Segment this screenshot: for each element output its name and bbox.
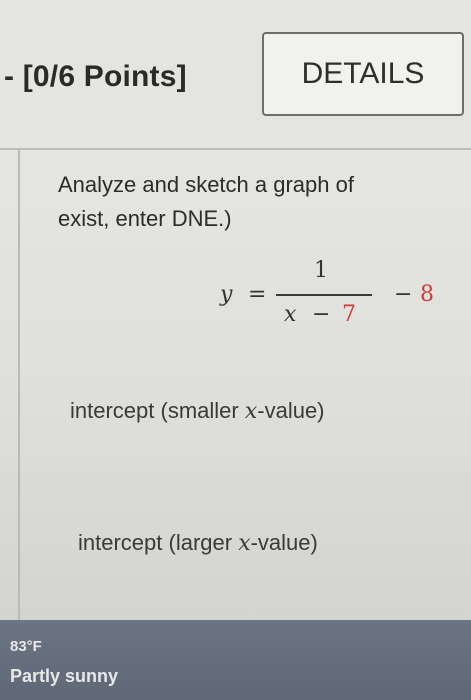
- question-line-2: exist, enter DNE.): [58, 206, 232, 231]
- intercept-smaller-suffix: -value): [257, 398, 325, 423]
- equation-tail-constant: 8: [420, 282, 434, 307]
- question-text: Analyze and sketch a graph of exist, ent…: [58, 168, 471, 236]
- intercept-smaller-prefix: intercept (smaller: [70, 398, 245, 423]
- fraction-bar: [276, 294, 372, 296]
- intercept-larger-label: intercept (larger x-value): [78, 530, 318, 556]
- weather-temperature[interactable]: 83°F: [10, 638, 42, 655]
- equation: y = 1 x − 7 − 8: [220, 258, 460, 338]
- equation-lhs: y: [220, 282, 233, 307]
- question-line-1: Analyze and sketch a graph of: [58, 172, 354, 197]
- intercept-smaller-variable: x: [244, 399, 258, 424]
- intercept-larger-variable: x: [238, 531, 251, 556]
- intercept-smaller-label: intercept (smaller x-value): [70, 398, 325, 424]
- question-header: - [0/6 Points] DETAILS: [0, 0, 471, 148]
- page: - [0/6 Points] DETAILS Analyze and sketc…: [0, 0, 471, 700]
- taskbar: 83°F Partly sunny: [0, 620, 471, 700]
- intercept-larger-suffix: -value): [250, 530, 318, 555]
- weather-condition[interactable]: Partly sunny: [10, 666, 118, 687]
- details-button[interactable]: DETAILS: [262, 32, 464, 116]
- equation-denominator-variable: x: [284, 302, 297, 327]
- equation-tail-operator: −: [394, 282, 413, 307]
- intercept-larger-prefix: intercept (larger: [78, 530, 239, 555]
- question-body: Analyze and sketch a graph of exist, ent…: [18, 150, 471, 620]
- equation-equals: =: [248, 282, 267, 307]
- equation-denominator-operator: −: [312, 302, 331, 327]
- equation-denominator-constant: 7: [342, 302, 356, 327]
- points-label: - [0/6 Points]: [4, 60, 187, 93]
- equation-numerator: 1: [314, 258, 328, 283]
